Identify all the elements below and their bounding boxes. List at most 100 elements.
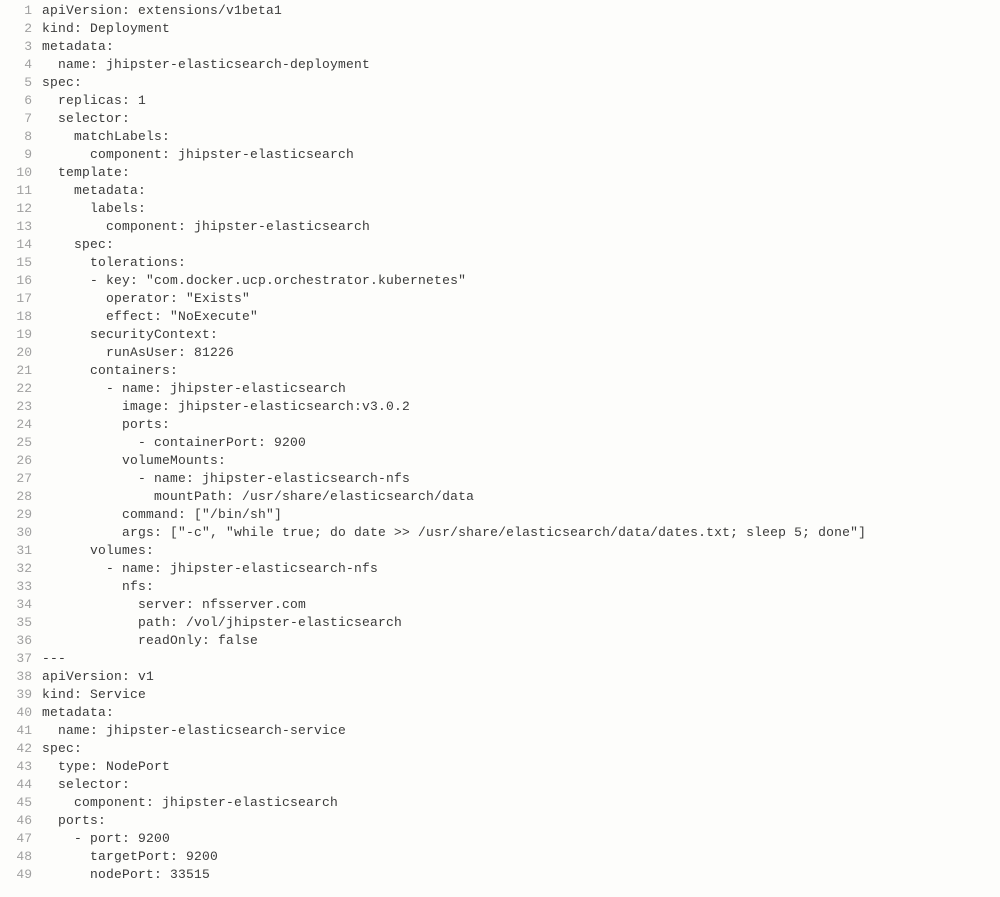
code-line[interactable]: command: ["/bin/sh"] <box>42 506 1000 524</box>
code-line[interactable]: runAsUser: 81226 <box>42 344 1000 362</box>
line-number-gutter: 1234567891011121314151617181920212223242… <box>0 2 42 884</box>
code-line[interactable]: readOnly: false <box>42 632 1000 650</box>
code-line[interactable]: template: <box>42 164 1000 182</box>
code-line[interactable]: --- <box>42 650 1000 668</box>
code-line[interactable]: component: jhipster-elasticsearch <box>42 218 1000 236</box>
line-number: 9 <box>0 146 32 164</box>
code-line[interactable]: spec: <box>42 236 1000 254</box>
line-number: 22 <box>0 380 32 398</box>
code-line[interactable]: server: nfsserver.com <box>42 596 1000 614</box>
line-number: 26 <box>0 452 32 470</box>
code-line[interactable]: volumeMounts: <box>42 452 1000 470</box>
code-line[interactable]: type: NodePort <box>42 758 1000 776</box>
code-line[interactable]: operator: "Exists" <box>42 290 1000 308</box>
code-line[interactable]: apiVersion: v1 <box>42 668 1000 686</box>
line-number: 43 <box>0 758 32 776</box>
line-number: 10 <box>0 164 32 182</box>
line-number: 46 <box>0 812 32 830</box>
line-number: 3 <box>0 38 32 56</box>
line-number: 47 <box>0 830 32 848</box>
line-number: 48 <box>0 848 32 866</box>
code-line[interactable]: - port: 9200 <box>42 830 1000 848</box>
line-number: 31 <box>0 542 32 560</box>
line-number: 2 <box>0 20 32 38</box>
code-line[interactable]: securityContext: <box>42 326 1000 344</box>
line-number: 14 <box>0 236 32 254</box>
code-line[interactable]: image: jhipster-elasticsearch:v3.0.2 <box>42 398 1000 416</box>
code-line[interactable]: tolerations: <box>42 254 1000 272</box>
line-number: 40 <box>0 704 32 722</box>
code-line[interactable]: selector: <box>42 776 1000 794</box>
code-line[interactable]: targetPort: 9200 <box>42 848 1000 866</box>
line-number: 41 <box>0 722 32 740</box>
line-number: 44 <box>0 776 32 794</box>
line-number: 35 <box>0 614 32 632</box>
line-number: 17 <box>0 290 32 308</box>
code-line[interactable]: volumes: <box>42 542 1000 560</box>
code-line[interactable]: component: jhipster-elasticsearch <box>42 146 1000 164</box>
code-line[interactable]: - key: "com.docker.ucp.orchestrator.kube… <box>42 272 1000 290</box>
line-number: 36 <box>0 632 32 650</box>
line-number: 16 <box>0 272 32 290</box>
line-number: 37 <box>0 650 32 668</box>
line-number: 27 <box>0 470 32 488</box>
line-number: 24 <box>0 416 32 434</box>
line-number: 15 <box>0 254 32 272</box>
line-number: 19 <box>0 326 32 344</box>
code-line[interactable]: - containerPort: 9200 <box>42 434 1000 452</box>
code-line[interactable]: kind: Service <box>42 686 1000 704</box>
code-line[interactable]: name: jhipster-elasticsearch-service <box>42 722 1000 740</box>
code-line[interactable]: spec: <box>42 740 1000 758</box>
line-number: 29 <box>0 506 32 524</box>
line-number: 12 <box>0 200 32 218</box>
code-line[interactable]: - name: jhipster-elasticsearch <box>42 380 1000 398</box>
code-line[interactable]: - name: jhipster-elasticsearch-nfs <box>42 470 1000 488</box>
line-number: 49 <box>0 866 32 884</box>
line-number: 11 <box>0 182 32 200</box>
line-number: 4 <box>0 56 32 74</box>
code-line[interactable]: matchLabels: <box>42 128 1000 146</box>
line-number: 30 <box>0 524 32 542</box>
line-number: 28 <box>0 488 32 506</box>
line-number: 20 <box>0 344 32 362</box>
code-line[interactable]: spec: <box>42 74 1000 92</box>
code-line[interactable]: name: jhipster-elasticsearch-deployment <box>42 56 1000 74</box>
code-line[interactable]: replicas: 1 <box>42 92 1000 110</box>
line-number: 25 <box>0 434 32 452</box>
code-line[interactable]: mountPath: /usr/share/elasticsearch/data <box>42 488 1000 506</box>
code-line[interactable]: containers: <box>42 362 1000 380</box>
code-line[interactable]: selector: <box>42 110 1000 128</box>
line-number: 1 <box>0 2 32 20</box>
line-number: 42 <box>0 740 32 758</box>
line-number: 45 <box>0 794 32 812</box>
line-number: 7 <box>0 110 32 128</box>
line-number: 8 <box>0 128 32 146</box>
code-line[interactable]: args: ["-c", "while true; do date >> /us… <box>42 524 1000 542</box>
line-number: 5 <box>0 74 32 92</box>
code-editor[interactable]: 1234567891011121314151617181920212223242… <box>0 2 1000 884</box>
code-line[interactable]: metadata: <box>42 38 1000 56</box>
code-line[interactable]: - name: jhipster-elasticsearch-nfs <box>42 560 1000 578</box>
code-line[interactable]: metadata: <box>42 182 1000 200</box>
code-line[interactable]: path: /vol/jhipster-elasticsearch <box>42 614 1000 632</box>
code-line[interactable]: ports: <box>42 416 1000 434</box>
code-line[interactable]: nodePort: 33515 <box>42 866 1000 884</box>
line-number: 39 <box>0 686 32 704</box>
code-line[interactable]: nfs: <box>42 578 1000 596</box>
code-line[interactable]: labels: <box>42 200 1000 218</box>
code-content[interactable]: apiVersion: extensions/v1beta1kind: Depl… <box>42 2 1000 884</box>
code-line[interactable]: metadata: <box>42 704 1000 722</box>
line-number: 34 <box>0 596 32 614</box>
code-line[interactable]: apiVersion: extensions/v1beta1 <box>42 2 1000 20</box>
line-number: 13 <box>0 218 32 236</box>
line-number: 38 <box>0 668 32 686</box>
line-number: 32 <box>0 560 32 578</box>
code-line[interactable]: effect: "NoExecute" <box>42 308 1000 326</box>
line-number: 21 <box>0 362 32 380</box>
line-number: 18 <box>0 308 32 326</box>
line-number: 23 <box>0 398 32 416</box>
code-line[interactable]: kind: Deployment <box>42 20 1000 38</box>
code-line[interactable]: ports: <box>42 812 1000 830</box>
code-line[interactable]: component: jhipster-elasticsearch <box>42 794 1000 812</box>
line-number: 6 <box>0 92 32 110</box>
